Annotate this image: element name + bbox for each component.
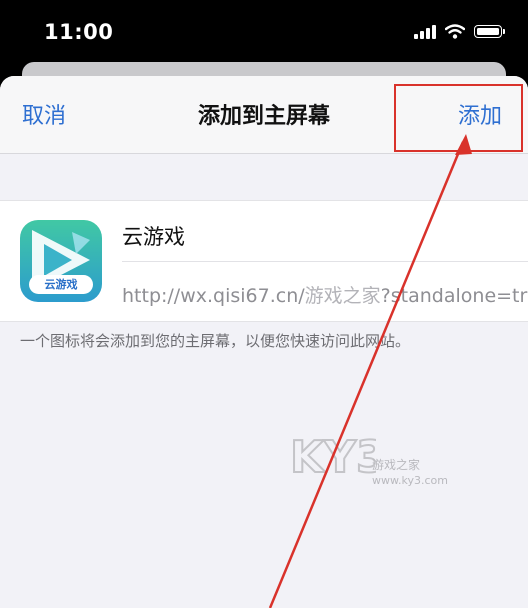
annotation-arrow [268, 134, 472, 608]
